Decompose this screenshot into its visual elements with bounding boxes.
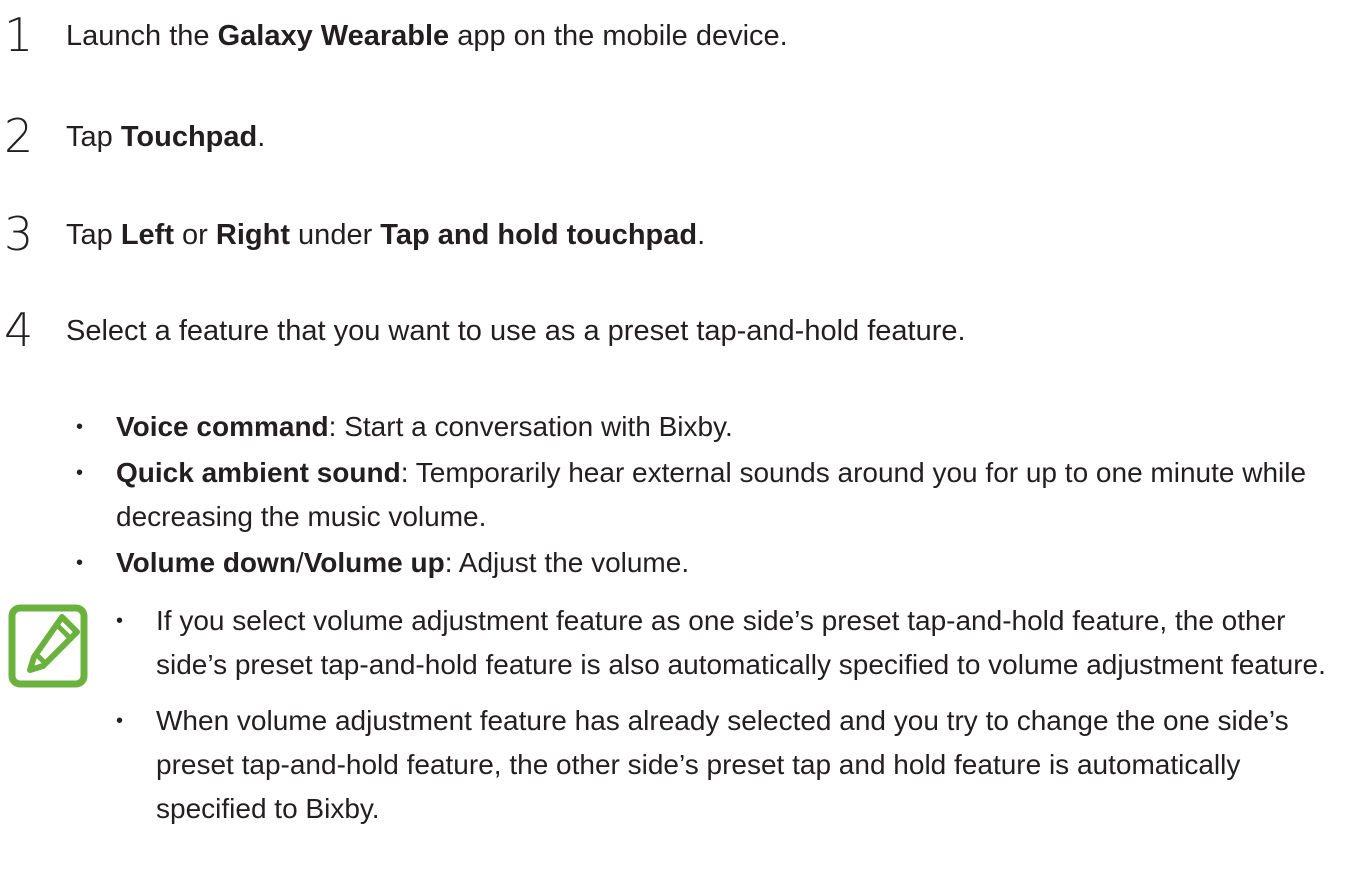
step-text-plain: . <box>257 121 266 153</box>
step-text-plain: . <box>697 219 706 251</box>
setting-name: Tap and hold touchpad <box>380 219 698 251</box>
step-text: Select a feature that you want to use as… <box>66 315 966 347</box>
note-text: When volume adjustment feature has alrea… <box>156 705 1289 824</box>
list-item: • Quick ambient sound: Temporarily hear … <box>68 451 1328 539</box>
step-text: Launch the Galaxy Wearable app on the mo… <box>66 18 788 54</box>
note-text: If you select volume adjustment feature … <box>156 605 1326 680</box>
bullet-dot: • <box>76 416 84 438</box>
option-name: Right <box>215 219 290 251</box>
feature-name: Volume up <box>303 547 445 578</box>
option-name: Left <box>120 219 174 251</box>
list-item: • Volume down/Volume up: Adjust the volu… <box>68 541 1328 585</box>
feature-list: • Voice command: Start a conversation wi… <box>68 405 1328 587</box>
step-text-plain: Tap <box>66 219 121 251</box>
step-text: Tap Touchpad. <box>66 119 265 155</box>
note-item: • If you select volume adjustment featur… <box>108 599 1338 687</box>
note-pencil-icon <box>8 604 88 688</box>
step-number: 4 <box>4 303 34 357</box>
step-text: Tap Left or Right under Tap and hold tou… <box>66 217 705 253</box>
feature-description: : Start a conversation with Bixby. <box>328 411 733 442</box>
step-number: 1 <box>4 8 34 62</box>
feature-name: Quick ambient sound <box>116 457 401 488</box>
step-text-plain: Tap <box>66 121 121 153</box>
step-text-plain: Launch the <box>66 20 218 52</box>
note-item: • When volume adjustment feature has alr… <box>108 699 1338 831</box>
step-text-plain: app on the mobile device. <box>449 20 788 52</box>
app-name: Galaxy Wearable <box>217 20 450 52</box>
step-number: 3 <box>4 207 34 261</box>
feature-name: Volume down <box>116 547 296 578</box>
note-list: • If you select volume adjustment featur… <box>108 599 1338 843</box>
bullet-dot: • <box>76 552 84 574</box>
feature-name: Voice command <box>116 411 329 442</box>
feature-description: : Adjust the volume. <box>444 547 690 578</box>
step-text-plain: or <box>174 219 216 251</box>
list-item: • Voice command: Start a conversation wi… <box>68 405 1328 449</box>
menu-item-name: Touchpad <box>120 121 258 153</box>
bullet-dot: • <box>116 610 124 632</box>
separator: / <box>295 547 304 578</box>
bullet-dot: • <box>76 462 84 484</box>
step-number: 2 <box>4 109 34 163</box>
step-text-plain: under <box>290 219 381 251</box>
bullet-dot: • <box>116 710 124 732</box>
